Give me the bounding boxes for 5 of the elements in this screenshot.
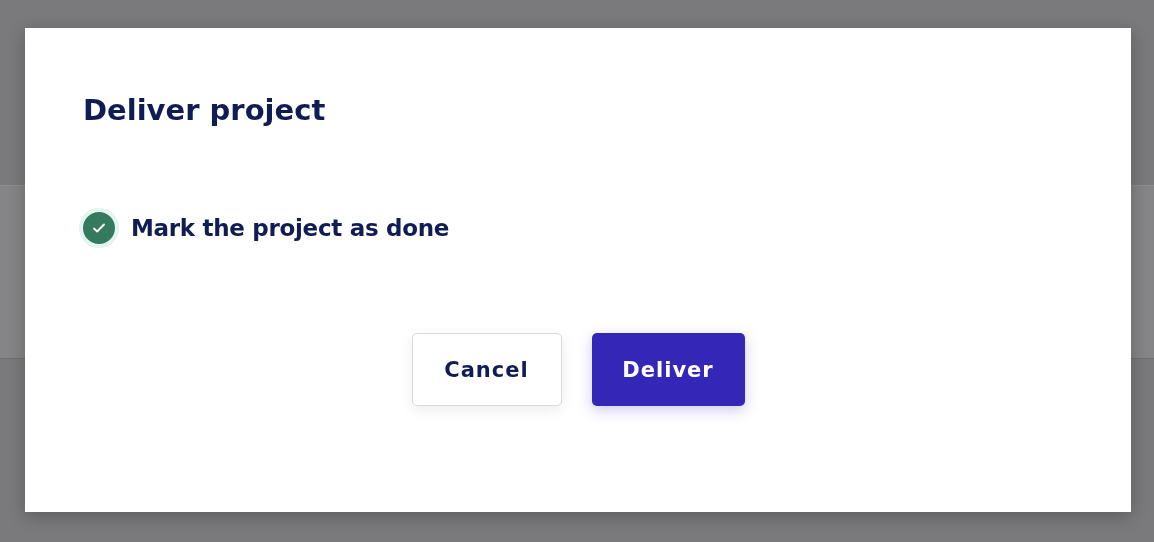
dialog-title: Deliver project — [83, 92, 327, 129]
cancel-button[interactable]: Cancel — [411, 333, 562, 406]
checkbox-label[interactable]: Mark the project as done — [131, 215, 449, 241]
checkbox[interactable] — [79, 208, 119, 248]
deliver-button[interactable]: Deliver — [591, 333, 745, 406]
